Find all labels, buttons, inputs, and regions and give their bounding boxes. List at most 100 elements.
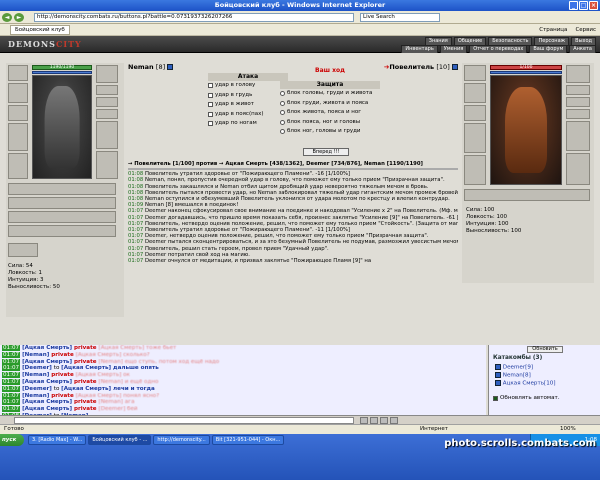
amulet-slot[interactable] — [464, 105, 486, 121]
log-lines: 01:08 Повелитель утратил здоровье от "По… — [128, 171, 458, 264]
knight-figure — [44, 86, 80, 168]
log-message: Повелитель, решил стать героем, провел п… — [143, 245, 329, 252]
filter-icon[interactable] — [390, 417, 398, 424]
attack-option[interactable]: удар в грудь — [208, 91, 288, 101]
ring2-slot[interactable] — [566, 97, 590, 107]
amulet-slot[interactable] — [8, 105, 28, 121]
auto-update-checkbox[interactable]: Обновлять автомат. — [493, 395, 560, 401]
task-list: 3. [Radio Max] - W... Бойцовский клуб - … — [28, 435, 285, 445]
user-item[interactable]: Deemer[9] — [495, 364, 533, 372]
attack-option[interactable]: удар в пояс(пах) — [208, 110, 288, 120]
update-button[interactable]: Обновить — [527, 346, 563, 353]
close-icon[interactable]: × — [589, 1, 598, 10]
shield-slot[interactable] — [96, 121, 118, 149]
potion-slots[interactable] — [8, 225, 116, 237]
maximize-icon[interactable]: □ — [579, 1, 588, 10]
chat-line: 01:07 [Ацкая Смерть] private [Neman] ещо… — [2, 358, 484, 366]
browser-tab[interactable]: Бойцовский клуб — [10, 25, 70, 35]
log-time: 01:07 — [128, 251, 144, 258]
smiley-icon[interactable] — [370, 417, 378, 424]
magic-slots[interactable] — [8, 197, 116, 209]
helmet-slot[interactable] — [464, 65, 486, 81]
ring1-slot[interactable] — [566, 85, 590, 95]
extra-slot[interactable] — [8, 243, 38, 257]
tools-menu[interactable]: Сервис — [575, 25, 596, 35]
ring2-slot[interactable] — [96, 97, 118, 107]
chat-sender[interactable]: [Neman] — [20, 352, 51, 358]
chat-time: 01:07 — [2, 365, 21, 372]
user-item[interactable]: Ацкая Смерть[10] — [495, 380, 556, 388]
attack-option[interactable]: удар по ногам — [208, 119, 288, 129]
chat-log: 01:07 [Ацкая Смерть] private [Ацкая Смер… — [2, 345, 484, 415]
chat-sender[interactable]: [Neman] — [20, 393, 51, 399]
info-icon[interactable] — [452, 64, 458, 70]
task-item[interactable]: http://demonscity... — [153, 435, 210, 445]
task-item[interactable]: 3. [Radio Max] - W... — [28, 435, 87, 445]
chat-tools — [360, 417, 398, 424]
ring3-slot[interactable] — [96, 109, 118, 119]
right-hp-bar: 1/100 — [490, 65, 562, 70]
ring1-slot[interactable] — [96, 85, 118, 95]
defense-box: Защита блок головы, груди и живота блок … — [280, 73, 380, 139]
back-icon[interactable]: ◄ — [2, 13, 12, 22]
task-item[interactable]: Бойцовский клуб - ... — [88, 435, 152, 445]
earring-slot[interactable] — [464, 83, 486, 103]
chat-time: 01:07 — [2, 392, 21, 399]
defense-option[interactable]: блок живота, пояса и ног — [280, 108, 380, 118]
chat-text: [Ацкая Смерть] сколько? — [75, 351, 150, 358]
info-icon[interactable] — [167, 64, 174, 70]
minimize-icon[interactable]: _ — [569, 1, 578, 10]
shield-slot[interactable] — [566, 121, 590, 151]
chat-sender[interactable]: [Ацкая Смерть] — [20, 406, 74, 412]
chat-sender[interactable]: [Deemer] — [20, 386, 54, 392]
address-input[interactable]: http://demonscity.combats.ru/buttons.pl?… — [34, 13, 354, 22]
defense-option[interactable]: блок груди, живота и пояса — [280, 99, 380, 109]
gloves-slot[interactable] — [566, 65, 590, 83]
chat-input[interactable] — [14, 417, 354, 424]
forward-button[interactable]: Вперед !!! — [303, 148, 349, 156]
chat-sender[interactable]: [Neman] — [20, 372, 51, 378]
task-item[interactable]: Bit [321-951-044] - Окн... — [211, 435, 285, 445]
room-name: Катакомбы (3) — [493, 355, 543, 361]
chat-sender[interactable]: [Ацкая Смерть] — [20, 379, 74, 385]
gloves-slot[interactable] — [96, 65, 118, 83]
defense-option[interactable]: блок пояса, ног и головы — [280, 118, 380, 128]
boots-slot[interactable] — [96, 151, 118, 179]
user-item[interactable]: Neman[8] — [495, 372, 531, 380]
battle-center: Neman [8] ➔Повелитель [10] Ваш ход Атака… — [128, 63, 458, 343]
search-input[interactable]: Live Search — [360, 13, 440, 22]
attack-option[interactable]: удар в голову — [208, 81, 288, 91]
armor-slot[interactable] — [8, 153, 28, 179]
chat-mode: private — [73, 358, 99, 365]
defense-option[interactable]: блок ног, головы и груди — [280, 127, 380, 137]
chat-sender[interactable]: [Ацкая Смерть] — [20, 345, 74, 351]
attack-option[interactable]: удар в живот — [208, 100, 288, 110]
chat-sender[interactable]: [Ацкая Смерть] — [20, 399, 74, 405]
chat-time: 01:07 — [2, 345, 21, 351]
clear-icon[interactable] — [380, 417, 388, 424]
belt-slots[interactable] — [8, 183, 116, 195]
address-toolbar: ◄ ► http://demonscity.combats.ru/buttons… — [0, 11, 600, 24]
earring-slot[interactable] — [8, 83, 28, 103]
scroll-slots[interactable] — [8, 211, 116, 223]
helmet-slot[interactable] — [8, 65, 28, 81]
weapon-slot[interactable] — [464, 123, 486, 153]
chat-line: 01:07 [Ацкая Смерть] private [Deemer] бе… — [2, 406, 484, 413]
defense-option[interactable]: блок головы, груди и живота — [280, 89, 380, 99]
chat-text: [Deemer] бей — [98, 406, 138, 413]
nav-buttons: ◄ ► — [2, 13, 24, 22]
zoom-level[interactable]: 100% — [560, 425, 576, 434]
belt-slots[interactable] — [464, 189, 590, 201]
start-button[interactable]: пуск — [0, 434, 24, 446]
weapon-slot[interactable] — [8, 123, 28, 151]
page-menu[interactable]: Страница — [539, 25, 567, 35]
left-hp-bar: 1190/1190 — [32, 65, 92, 70]
chat-sender[interactable]: [Deemer] — [20, 365, 54, 371]
chat-sender[interactable]: [Ацкая Смерть] — [20, 359, 74, 365]
armor-slot[interactable] — [464, 155, 486, 185]
send-icon[interactable] — [360, 417, 368, 424]
boots-slot[interactable] — [566, 153, 590, 185]
room-sidebar: Обновить Катакомбы (3) Deemer[9] Neman[8… — [488, 345, 600, 415]
ring3-slot[interactable] — [566, 109, 590, 119]
forward-icon[interactable]: ► — [14, 13, 24, 22]
